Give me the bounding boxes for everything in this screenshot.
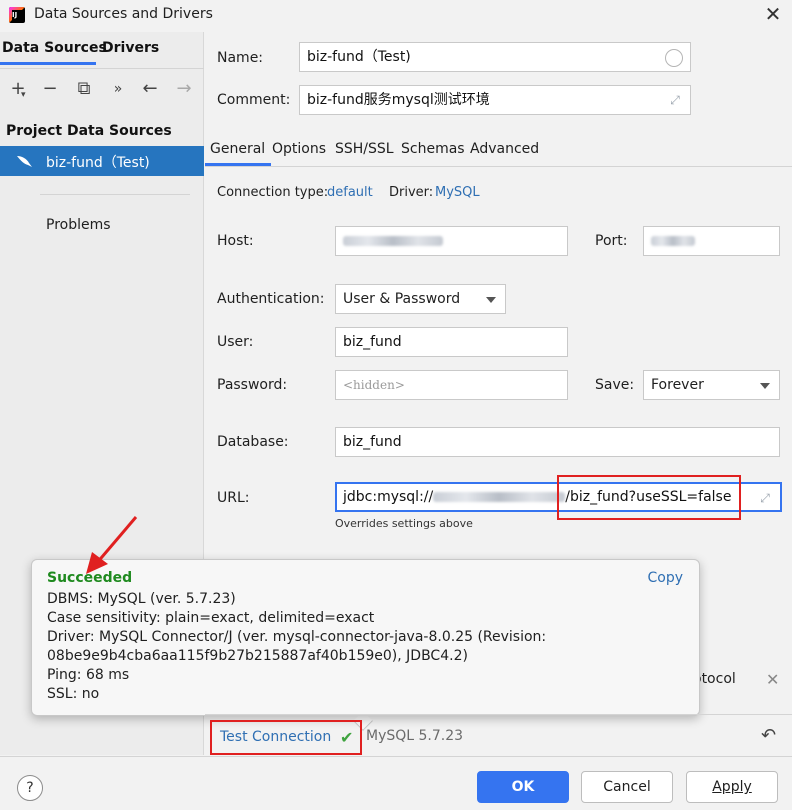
- problems-link[interactable]: Problems: [46, 217, 111, 233]
- comment-label: Comment:: [217, 92, 291, 108]
- expand-icon[interactable]: ⤢: [668, 93, 682, 107]
- database-field[interactable]: biz_fund: [335, 427, 780, 457]
- name-field[interactable]: biz-fund（Test): [299, 42, 691, 72]
- apply-button[interactable]: Apply: [686, 771, 778, 803]
- tab-options[interactable]: Options: [272, 141, 326, 157]
- divider: [0, 756, 792, 757]
- more-icon[interactable]: »: [106, 78, 130, 100]
- host-label: Host:: [217, 233, 254, 249]
- driver-label: Driver:: [389, 185, 434, 200]
- result-line: Driver: MySQL Connector/J (ver. mysql-co…: [47, 629, 547, 645]
- result-line: DBMS: MySQL (ver. 5.7.23): [47, 591, 236, 607]
- divider: [0, 68, 204, 69]
- server-version-text: MySQL 5.7.23: [366, 728, 464, 744]
- intellij-app-icon: IJ: [9, 7, 25, 23]
- database-label: Database:: [217, 434, 289, 450]
- window-title: Data Sources and Drivers: [34, 6, 213, 22]
- result-line: SSL: no: [47, 686, 100, 702]
- color-circle-icon[interactable]: [665, 49, 683, 67]
- result-line: Ping: 68 ms: [47, 667, 130, 683]
- authentication-select[interactable]: User & Password: [335, 284, 506, 314]
- result-line: 08be9e9b4cba6aa115f9b27b215887af40b159e0…: [47, 648, 468, 664]
- divider: [205, 166, 792, 167]
- url-highlight-box: [557, 475, 741, 520]
- authentication-label: Authentication:: [217, 291, 325, 307]
- tab-advanced[interactable]: Advanced: [470, 141, 539, 157]
- expand-icon[interactable]: ⤢: [758, 491, 772, 505]
- redacted-port: [651, 236, 695, 246]
- divider: [40, 194, 190, 195]
- divider: [205, 714, 792, 715]
- tab-data-sources[interactable]: Data Sources: [2, 40, 107, 56]
- user-field[interactable]: biz_fund: [335, 327, 568, 357]
- password-label: Password:: [217, 377, 288, 393]
- connection-type-label: Connection type:: [217, 185, 329, 200]
- save-select[interactable]: Forever: [643, 370, 780, 400]
- tab-schemas[interactable]: Schemas: [401, 141, 465, 157]
- redacted-url-host: [433, 492, 566, 502]
- name-label: Name:: [217, 50, 264, 66]
- redacted-host: [343, 236, 443, 246]
- tab-drivers[interactable]: Drivers: [102, 40, 159, 56]
- checkmark-icon: ✔: [340, 728, 354, 747]
- help-button[interactable]: ?: [17, 775, 43, 801]
- connection-result-popup: Succeeded Copy DBMS: MySQL (ver. 5.7.23)…: [31, 559, 700, 716]
- remove-row-icon[interactable]: ✕: [766, 670, 779, 689]
- test-connection-button[interactable]: Test Connection ✔: [210, 720, 362, 755]
- driver-link[interactable]: MySQL: [435, 185, 480, 200]
- close-icon[interactable]: ✕: [762, 3, 784, 25]
- copy-link[interactable]: Copy: [647, 570, 683, 586]
- duplicate-icon[interactable]: ⧉: [72, 78, 96, 100]
- port-field[interactable]: [643, 226, 780, 256]
- host-field[interactable]: [335, 226, 568, 256]
- mysql-dolphin-icon: [17, 156, 32, 167]
- comment-field[interactable]: biz-fund服务mysql测试环境 ⤢: [299, 85, 691, 115]
- port-label: Port:: [595, 233, 628, 249]
- url-label: URL:: [217, 490, 250, 506]
- ok-button[interactable]: OK: [477, 771, 569, 803]
- add-icon[interactable]: + ▾: [6, 78, 30, 100]
- tab-general[interactable]: General: [210, 141, 265, 157]
- back-arrow-icon[interactable]: ←: [138, 78, 162, 100]
- connection-type-link[interactable]: default: [327, 185, 373, 200]
- chevron-down-icon: [486, 297, 496, 303]
- save-label: Save:: [595, 377, 635, 393]
- user-label: User:: [217, 334, 254, 350]
- revert-icon[interactable]: ↶: [761, 725, 776, 746]
- project-data-sources-label: Project Data Sources: [6, 123, 172, 139]
- forward-arrow-icon[interactable]: →: [172, 78, 196, 100]
- title-bar: IJ Data Sources and Drivers ✕: [0, 0, 792, 32]
- cancel-button[interactable]: Cancel: [581, 771, 673, 803]
- password-field[interactable]: <hidden>: [335, 370, 568, 400]
- sidebar-item-label: biz-fund（Test): [46, 155, 150, 171]
- active-tab-indicator: [0, 62, 96, 65]
- tab-ssh-ssl[interactable]: SSH/SSL: [335, 141, 394, 157]
- sidebar-item-biz-fund[interactable]: biz-fund（Test): [0, 146, 204, 176]
- chevron-down-icon: [760, 383, 770, 389]
- annotation-arrow-icon: [86, 516, 138, 574]
- url-overrides-note: Overrides settings above: [335, 517, 473, 530]
- result-line: Case sensitivity: plain=exact, delimited…: [47, 610, 375, 626]
- remove-icon[interactable]: −: [38, 78, 62, 100]
